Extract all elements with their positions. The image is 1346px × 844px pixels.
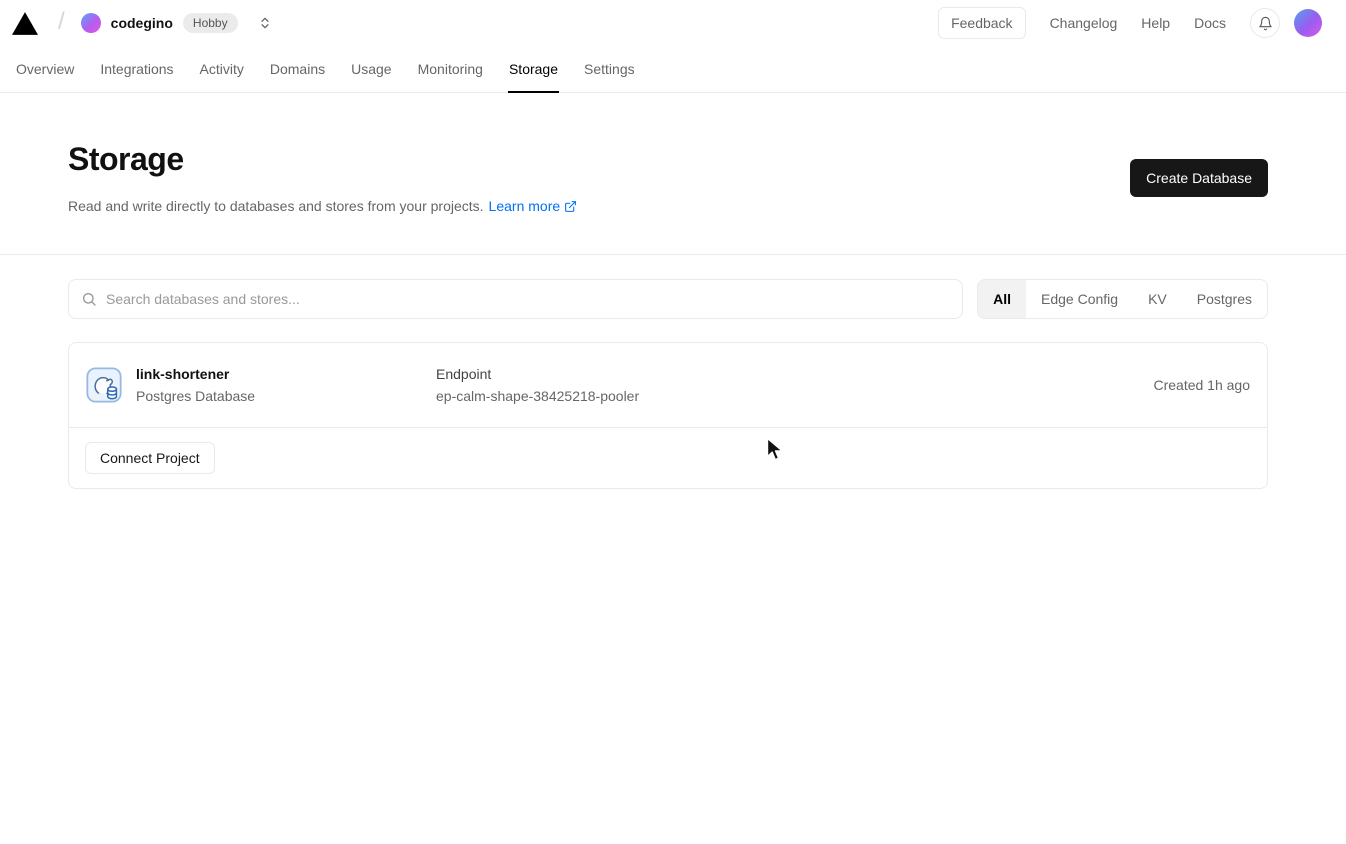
- filter-edge-config[interactable]: Edge Config: [1026, 280, 1133, 318]
- vercel-logo-icon[interactable]: [12, 12, 38, 35]
- scope-switcher-button[interactable]: [254, 12, 276, 34]
- tab-monitoring[interactable]: Monitoring: [417, 61, 484, 93]
- search-input[interactable]: [106, 291, 950, 307]
- database-card: link-shortener Postgres Database Endpoin…: [68, 342, 1268, 489]
- tab-activity[interactable]: Activity: [199, 61, 245, 93]
- notifications-button[interactable]: [1250, 8, 1280, 38]
- external-link-icon: [564, 200, 577, 213]
- filter-all[interactable]: All: [978, 280, 1026, 318]
- help-link[interactable]: Help: [1133, 9, 1178, 37]
- store-type-filter: All Edge Config KV Postgres: [977, 279, 1268, 319]
- tab-usage[interactable]: Usage: [350, 61, 392, 93]
- endpoint-label: Endpoint: [436, 366, 1153, 382]
- project-avatar: [81, 13, 101, 33]
- bell-icon: [1258, 16, 1273, 31]
- tab-domains[interactable]: Domains: [269, 61, 326, 93]
- search-box: [68, 279, 963, 319]
- changelog-link[interactable]: Changelog: [1042, 9, 1126, 37]
- storage-hero: Storage Read and write directly to datab…: [0, 93, 1346, 255]
- created-timestamp: Created 1h ago: [1153, 377, 1250, 393]
- tab-settings[interactable]: Settings: [583, 61, 636, 93]
- breadcrumb-separator: /: [58, 8, 65, 36]
- search-icon: [81, 291, 97, 307]
- project-name[interactable]: codegino: [111, 15, 173, 31]
- database-name[interactable]: link-shortener: [136, 366, 436, 382]
- postgres-database-icon: [86, 367, 122, 403]
- page-title: Storage: [68, 141, 577, 178]
- project-tabbar: Overview Integrations Activity Domains U…: [0, 46, 1346, 93]
- user-avatar[interactable]: [1294, 9, 1322, 37]
- tab-integrations[interactable]: Integrations: [99, 61, 174, 93]
- database-actions-row: Connect Project: [69, 427, 1267, 488]
- database-row[interactable]: link-shortener Postgres Database Endpoin…: [69, 343, 1267, 427]
- filter-postgres[interactable]: Postgres: [1182, 280, 1267, 318]
- plan-badge: Hobby: [183, 13, 238, 33]
- docs-link[interactable]: Docs: [1186, 9, 1234, 37]
- create-database-button[interactable]: Create Database: [1130, 159, 1268, 197]
- connect-project-button[interactable]: Connect Project: [85, 442, 215, 474]
- learn-more-link[interactable]: Learn more: [489, 198, 578, 214]
- chevron-updown-icon: [258, 16, 272, 30]
- tab-overview[interactable]: Overview: [15, 61, 75, 93]
- feedback-button[interactable]: Feedback: [938, 7, 1025, 39]
- database-type: Postgres Database: [136, 388, 436, 404]
- storage-content: All Edge Config KV Postgres link-shorten…: [0, 255, 1346, 489]
- top-header: / codegino Hobby Feedback Changelog Help…: [0, 0, 1346, 46]
- filter-kv[interactable]: KV: [1133, 280, 1182, 318]
- tab-storage[interactable]: Storage: [508, 61, 559, 93]
- endpoint-value: ep-calm-shape-38425218-pooler: [436, 388, 1153, 404]
- page-description: Read and write directly to databases and…: [68, 198, 484, 214]
